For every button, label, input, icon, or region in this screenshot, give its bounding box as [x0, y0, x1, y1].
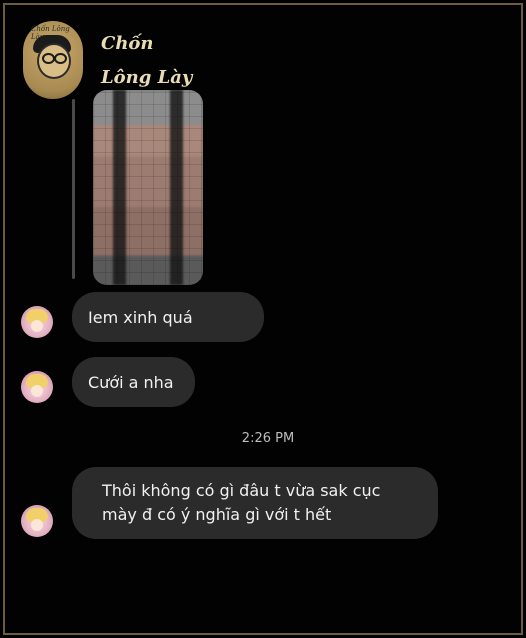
logo-glasses-right [54, 53, 67, 64]
photo-pixelation [93, 90, 203, 285]
sender-avatar[interactable] [21, 505, 53, 537]
reply-thread-line [72, 99, 75, 279]
message-text: Thôi không có gì đâu t vừa sak cục mày đ… [102, 481, 381, 524]
message-timestamp: 2:26 PM [241, 431, 295, 446]
message-bubble[interactable]: Thôi không có gì đâu t vừa sak cục mày đ… [72, 467, 438, 539]
message-text: Cưới a nha [88, 372, 174, 392]
shared-photo[interactable] [93, 90, 203, 285]
message-text: Iem xinh quá [88, 307, 193, 327]
brand-line-1: Chốn [101, 33, 154, 54]
message-bubble[interactable]: Cưới a nha [72, 357, 195, 407]
message-bubble[interactable]: Iem xinh quá [72, 292, 264, 342]
sender-avatar[interactable] [21, 371, 53, 403]
brand-logo: Chốn Lông Lày [23, 21, 83, 99]
screenshot-frame: Chốn Lông Lày Chốn Lông Lày Iem xinh quá… [3, 3, 523, 635]
sender-avatar[interactable] [21, 306, 53, 338]
brand-name: Chốn Lông Lày [101, 27, 192, 95]
